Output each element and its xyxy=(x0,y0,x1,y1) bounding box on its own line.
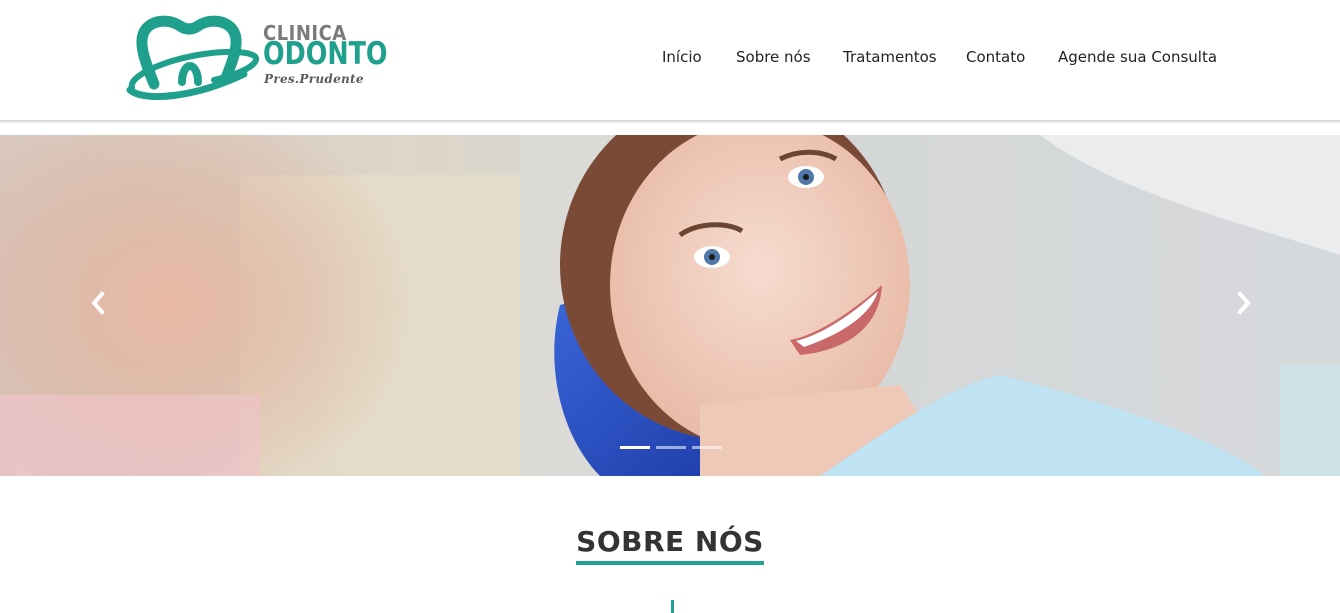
nav-item-tratamentos[interactable]: Tratamentos xyxy=(843,48,937,66)
chevron-right-icon xyxy=(1237,291,1251,315)
carousel-indicator-3[interactable] xyxy=(692,446,722,449)
carousel-indicator-1[interactable] xyxy=(620,446,650,449)
hero-carousel[interactable] xyxy=(0,135,1340,476)
nav-item-contato[interactable]: Contato xyxy=(966,48,1025,66)
brand-city: Pres.Prudente xyxy=(264,72,364,86)
nav-item-agende-consulta[interactable]: Agende sua Consulta xyxy=(1058,48,1217,66)
carousel-indicator-2[interactable] xyxy=(656,446,686,449)
about-section-header: SOBRE NÓS xyxy=(0,525,1340,565)
header-divider xyxy=(0,120,1340,124)
carousel-indicators xyxy=(620,446,730,450)
main-nav: Início Sobre nós Tratamentos Contato Age… xyxy=(0,48,1340,72)
section-accent-line xyxy=(671,600,674,613)
carousel-next-button[interactable] xyxy=(1234,290,1254,316)
site-header: CLINICA ODONTO Pres.Prudente Início Sobr… xyxy=(0,0,1340,121)
nav-item-sobre-nos[interactable]: Sobre nós xyxy=(736,48,811,66)
hero-slide-image xyxy=(0,135,1340,476)
chevron-left-icon xyxy=(91,291,105,315)
nav-item-inicio[interactable]: Início xyxy=(662,48,702,66)
carousel-prev-button[interactable] xyxy=(88,290,108,316)
about-title: SOBRE NÓS xyxy=(576,525,764,565)
